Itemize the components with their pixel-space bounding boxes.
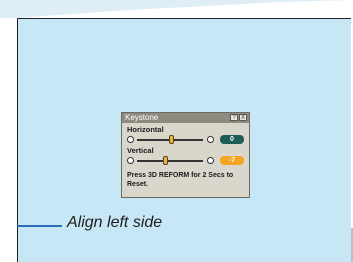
slider-max-icon — [207, 136, 214, 143]
vertical-label: Vertical — [127, 146, 154, 155]
keystone-dialog: Keystone ? X Horizontal 0 Vertical -7 Pr… — [121, 112, 250, 198]
callout-line — [17, 225, 62, 227]
horizontal-value: 0 — [220, 135, 244, 144]
help-button[interactable]: ? — [230, 114, 238, 121]
dialog-title: Keystone — [125, 113, 159, 122]
slider-track[interactable] — [137, 160, 203, 162]
caption-text: Align left side — [67, 214, 163, 231]
horizontal-slider[interactable]: 0 — [127, 135, 247, 145]
slider-min-icon — [127, 136, 134, 143]
horizontal-label: Horizontal — [127, 125, 164, 134]
reset-hint: Press 3D REFORM for 2 Secs to Reset. — [127, 172, 234, 188]
vertical-value: -7 — [220, 156, 244, 165]
dialog-title-bar: Keystone ? X — [122, 113, 249, 123]
close-button[interactable]: X — [239, 114, 247, 121]
vertical-slider[interactable]: -7 — [127, 156, 247, 166]
slider-thumb[interactable] — [169, 135, 174, 144]
dialog-buttons: ? X — [230, 114, 247, 121]
slider-max-icon — [207, 157, 214, 164]
slider-min-icon — [127, 157, 134, 164]
slider-thumb[interactable] — [163, 156, 168, 165]
